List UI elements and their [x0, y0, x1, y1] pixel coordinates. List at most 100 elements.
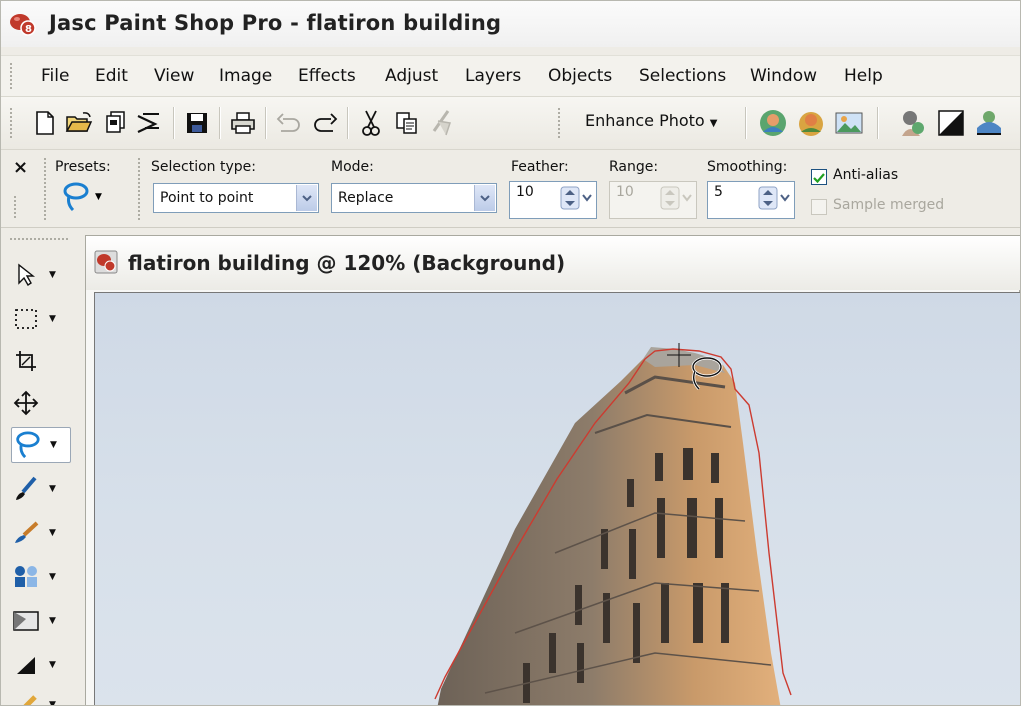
landscape-icon: [835, 112, 863, 134]
caret-down-icon: ▼: [50, 440, 57, 450]
app-window: 8 Jasc Paint Shop Pro - flatiron buildin…: [0, 0, 1021, 706]
palette-grip[interactable]: [137, 157, 141, 221]
color-balance-button[interactable]: [795, 107, 827, 139]
toolbar-grip[interactable]: [557, 107, 561, 139]
lasso-icon: [63, 182, 89, 212]
move-tool[interactable]: [11, 385, 71, 421]
palette-grip[interactable]: [13, 195, 17, 219]
crop-tool[interactable]: [11, 343, 71, 379]
image-title-bar[interactable]: flatiron building @ 120% (Background): [86, 236, 1020, 290]
open-button[interactable]: [63, 107, 95, 139]
redo-icon: [314, 113, 338, 132]
spin-arrows-icon: [660, 186, 692, 210]
menu-adjust[interactable]: Adjust: [385, 66, 438, 86]
sample-merged-checkbox[interactable]: [811, 199, 827, 215]
crop-icon: [16, 351, 36, 371]
undo-icon: [276, 113, 300, 132]
smoothing-label: Smoothing:: [707, 159, 788, 175]
color-balance-icon: [799, 112, 823, 136]
window-title: Jasc Paint Shop Pro - flatiron building: [49, 11, 502, 35]
airbrush-icon: [15, 521, 39, 543]
menu-layers[interactable]: Layers: [465, 66, 521, 86]
menu-view[interactable]: View: [154, 66, 194, 86]
palette-grip[interactable]: [43, 157, 47, 221]
portrait-adjust-icon: [977, 111, 1001, 135]
menu-image[interactable]: Image: [219, 66, 272, 86]
new-button[interactable]: [29, 107, 61, 139]
clone-brush-tool[interactable]: ▼: [11, 559, 71, 595]
selection-type-label: Selection type:: [151, 159, 256, 175]
enhance-photo-menu[interactable]: Enhance Photo ▼: [585, 111, 718, 130]
background-eraser-tool[interactable]: ▼: [11, 603, 71, 639]
pan-pointer-tool[interactable]: ▼: [11, 257, 71, 293]
spin-arrows-icon: [758, 186, 790, 210]
feather-value: 10: [516, 184, 534, 200]
range-spinner[interactable]: 10: [609, 181, 697, 219]
print-button[interactable]: [227, 107, 259, 139]
fill-tool[interactable]: ▼: [11, 647, 71, 683]
redo-button[interactable]: [309, 107, 341, 139]
feather-label: Feather:: [511, 159, 569, 175]
airbrush-tool[interactable]: ▼: [11, 515, 71, 551]
presets-label: Presets:: [55, 159, 111, 175]
menu-bar: File Edit View Image Effects Adjust Laye…: [1, 55, 1020, 97]
caret-down-icon: ▼: [49, 700, 56, 706]
photo-adjust-button[interactable]: [833, 107, 865, 139]
copy-button[interactable]: [391, 107, 423, 139]
contrast-button[interactable]: [935, 107, 967, 139]
menu-objects[interactable]: Objects: [548, 66, 612, 86]
open-folder-icon: [65, 112, 93, 132]
mode-label: Mode:: [331, 159, 374, 175]
selection-type-dropdown[interactable]: Point to point: [153, 183, 319, 213]
caret-down-icon: ▼: [49, 528, 56, 538]
menu-help[interactable]: Help: [844, 66, 883, 86]
paint-brush-tool[interactable]: ▼: [11, 471, 71, 507]
portrait-icon: [902, 111, 924, 136]
title-bar: 8 Jasc Paint Shop Pro - flatiron buildin…: [1, 1, 1020, 47]
menu-edit[interactable]: Edit: [95, 66, 128, 86]
new-document-icon: [36, 111, 54, 135]
chevron-down-icon: [296, 185, 317, 211]
save-button[interactable]: [181, 107, 213, 139]
smoothing-spinner[interactable]: 5: [707, 181, 795, 219]
menu-grip[interactable]: [9, 62, 13, 90]
image-canvas[interactable]: [94, 292, 1020, 705]
selection-type-value: Point to point: [160, 190, 254, 206]
freehand-selection-tool[interactable]: ▼: [11, 427, 71, 463]
photo-fix-icon: [760, 110, 786, 136]
image-window-title: flatiron building @ 120% (Background): [128, 251, 566, 275]
undo-button[interactable]: [273, 107, 305, 139]
floppy-disk-icon: [187, 113, 207, 133]
mode-dropdown[interactable]: Replace: [331, 183, 497, 213]
eraser-tool[interactable]: ▼: [11, 687, 71, 706]
toolbar-grip[interactable]: [9, 107, 13, 139]
move-arrows-icon: [13, 390, 39, 416]
presets-dropdown[interactable]: ▼: [61, 181, 113, 213]
spin-arrows-icon: [560, 186, 592, 210]
scan-button[interactable]: [133, 107, 165, 139]
caret-down-icon: ▼: [49, 314, 56, 324]
tools-grip[interactable]: [9, 237, 69, 241]
menu-file[interactable]: File: [41, 66, 69, 86]
anti-alias-checkbox[interactable]: [811, 169, 827, 185]
close-palette-icon[interactable]: ×: [13, 157, 28, 178]
chevron-down-icon: [474, 185, 495, 211]
caret-down-icon: ▼: [49, 270, 56, 280]
browse-button[interactable]: [99, 107, 131, 139]
clarify-button[interactable]: [973, 107, 1005, 139]
selection-marquee-icon: [15, 309, 37, 329]
menu-window[interactable]: Window: [750, 66, 817, 86]
menu-effects[interactable]: Effects: [298, 66, 356, 86]
paste-button[interactable]: [425, 107, 457, 139]
red-eye-button[interactable]: [897, 107, 929, 139]
rectangle-shape-icon: [13, 611, 39, 631]
flatiron-building-photo: [434, 343, 792, 705]
selection-tool[interactable]: ▼: [11, 301, 71, 337]
menu-selections[interactable]: Selections: [639, 66, 726, 86]
browse-icon: [106, 111, 125, 133]
cut-button[interactable]: [355, 107, 387, 139]
one-step-photo-fix-button[interactable]: [757, 107, 789, 139]
scissors-icon: [362, 110, 380, 136]
feather-spinner[interactable]: 10: [509, 181, 597, 219]
contrast-wedge-icon: [17, 657, 35, 674]
